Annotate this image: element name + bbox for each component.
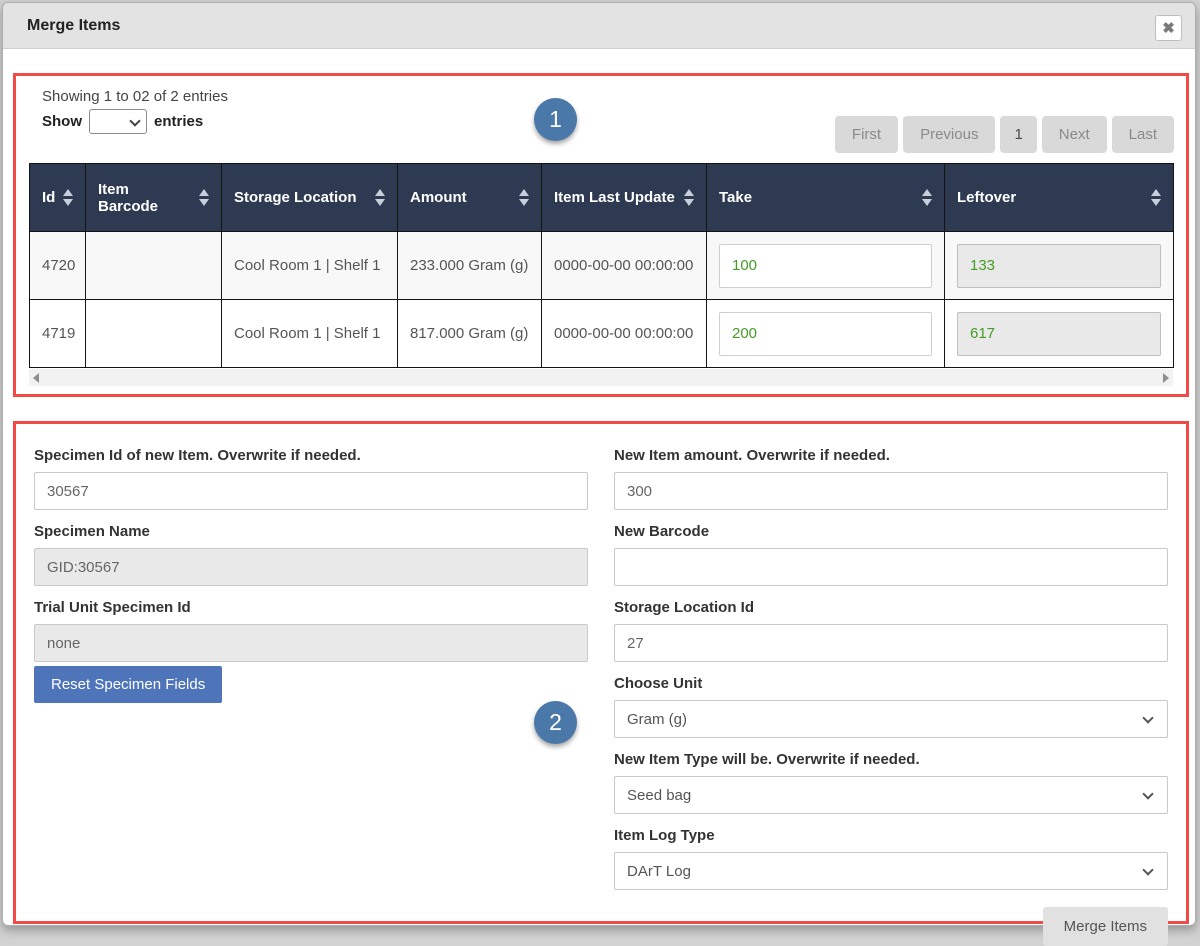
take-amount-input[interactable] [719,244,932,288]
cell-leftover [945,232,1174,300]
form-right-column: New Item amount. Overwrite if needed. Ne… [614,438,1168,946]
dialog-title: Merge Items [27,17,120,35]
cell-amount: 817.000 Gram (g) [398,300,542,368]
cell-item-barcode [86,232,222,300]
new-barcode-input[interactable] [614,548,1168,586]
storage-location-id-label: Storage Location Id [614,599,1168,616]
specimen-name-input [34,548,588,586]
merge-form-section: 2 Specimen Id of new Item. Overwrite if … [13,421,1189,924]
sort-icon [63,189,73,206]
item-log-type-select[interactable]: DArT Log [614,852,1168,890]
items-table-section: 1 Showing 1 to 02 of 2 entries Show entr… [13,73,1189,397]
form-columns: Specimen Id of new Item. Overwrite if ne… [16,424,1186,946]
trial-unit-specimen-id-label: Trial Unit Specimen Id [34,599,588,616]
table-controls: Showing 1 to 02 of 2 entries Show entrie… [16,76,1186,153]
chevron-down-icon [1142,712,1153,723]
chevron-down-icon [1142,864,1153,875]
scroll-left-icon[interactable] [33,373,39,383]
pagination: First Previous 1 Next Last [835,116,1174,153]
pagination-last-button[interactable]: Last [1112,116,1174,153]
chevron-down-icon [129,115,140,126]
close-button[interactable]: ✖ [1155,15,1182,41]
table-row: 4720 Cool Room 1 | Shelf 1 233.000 Gram … [30,232,1174,300]
new-item-amount-input[interactable] [614,472,1168,510]
table-info-block: Showing 1 to 02 of 2 entries Show entrie… [42,88,228,153]
column-header-take[interactable]: Take [707,164,945,232]
chevron-down-icon [1142,788,1153,799]
table-header-row: Id Item Barcode Storage Location Amount … [30,164,1174,232]
close-icon: ✖ [1162,19,1175,37]
sort-icon [922,189,932,206]
form-left-column: Specimen Id of new Item. Overwrite if ne… [34,438,588,946]
leftover-readout [957,244,1161,288]
pagination-previous-button[interactable]: Previous [903,116,995,153]
cell-leftover [945,300,1174,368]
show-entries-row: Show entries [42,109,228,134]
cell-take [707,232,945,300]
item-log-type-select-value: DArT Log [627,863,691,880]
cell-storage-location: Cool Room 1 | Shelf 1 [222,232,398,300]
take-amount-input[interactable] [719,312,932,356]
showing-entries-text: Showing 1 to 02 of 2 entries [42,88,228,105]
cell-id: 4719 [30,300,86,368]
cell-item-barcode [86,300,222,368]
show-label: Show [42,113,82,130]
item-type-select-value: Seed bag [627,787,691,804]
storage-location-id-input[interactable] [614,624,1168,662]
leftover-readout [957,312,1161,356]
horizontal-scrollbar[interactable] [29,369,1173,386]
cell-take [707,300,945,368]
unit-select[interactable]: Gram (g) [614,700,1168,738]
step-2-badge: 2 [534,701,577,744]
sort-icon [375,189,385,206]
sort-icon [519,189,529,206]
items-table: Id Item Barcode Storage Location Amount … [29,163,1174,368]
cell-item-last-update: 0000-00-00 00:00:00 [542,232,707,300]
sort-icon [684,189,694,206]
column-header-item-barcode[interactable]: Item Barcode [86,164,222,232]
column-header-leftover[interactable]: Leftover [945,164,1174,232]
column-header-storage-location[interactable]: Storage Location [222,164,398,232]
specimen-name-label: Specimen Name [34,523,588,540]
pagination-first-button[interactable]: First [835,116,898,153]
unit-select-value: Gram (g) [627,711,687,728]
step-1-badge: 1 [534,98,577,141]
column-header-item-last-update[interactable]: Item Last Update [542,164,707,232]
merge-button-row: Merge Items [614,907,1168,946]
pagination-page-1-button[interactable]: 1 [1000,116,1036,153]
specimen-id-label: Specimen Id of new Item. Overwrite if ne… [34,447,588,464]
table-row: 4719 Cool Room 1 | Shelf 1 817.000 Gram … [30,300,1174,368]
dialog-titlebar: Merge Items ✖ [3,3,1195,49]
new-barcode-label: New Barcode [614,523,1168,540]
item-log-type-label: Item Log Type [614,827,1168,844]
new-item-type-label: New Item Type will be. Overwrite if need… [614,751,1168,768]
column-header-amount[interactable]: Amount [398,164,542,232]
new-item-amount-label: New Item amount. Overwrite if needed. [614,447,1168,464]
sort-icon [199,189,209,206]
item-type-select[interactable]: Seed bag [614,776,1168,814]
sort-icon [1151,189,1161,206]
cell-item-last-update: 0000-00-00 00:00:00 [542,300,707,368]
merge-items-button[interactable]: Merge Items [1043,907,1168,946]
merge-items-dialog: Merge Items ✖ 1 Showing 1 to 02 of 2 ent… [2,2,1196,926]
cell-storage-location: Cool Room 1 | Shelf 1 [222,300,398,368]
scroll-right-icon[interactable] [1163,373,1169,383]
page-length-select[interactable] [89,109,147,134]
cell-id: 4720 [30,232,86,300]
cell-amount: 233.000 Gram (g) [398,232,542,300]
entries-label: entries [154,113,203,130]
column-header-id[interactable]: Id [30,164,86,232]
specimen-id-input[interactable] [34,472,588,510]
pagination-next-button[interactable]: Next [1042,116,1107,153]
choose-unit-label: Choose Unit [614,675,1168,692]
trial-unit-specimen-id-input [34,624,588,662]
reset-specimen-fields-button[interactable]: Reset Specimen Fields [34,666,222,703]
